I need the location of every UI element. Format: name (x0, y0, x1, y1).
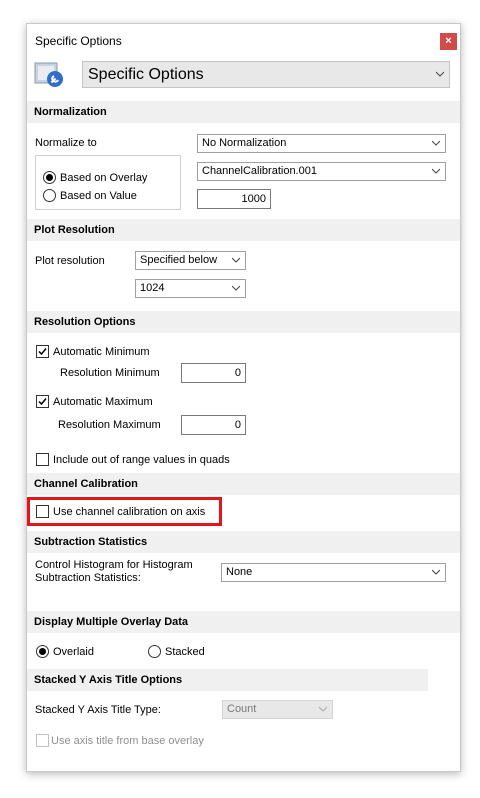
use-base-overlay-title-label: Use axis title from base overlay (51, 735, 204, 747)
normalize-to-value: No Normalization (202, 137, 287, 149)
normalize-to-select[interactable]: No Normalization (197, 134, 446, 153)
auto-maximum-checkbox[interactable] (36, 395, 49, 408)
overlay-select-value: ChannelCalibration.001 (202, 165, 317, 177)
subtraction-statistics-header: Subtraction Statistics (27, 531, 460, 553)
auto-minimum-label: Automatic Minimum (53, 346, 150, 358)
based-on-value-label: Based on Value (60, 190, 137, 202)
normalize-to-label: Normalize to (35, 137, 97, 149)
chevron-down-icon (432, 168, 440, 174)
stacked-radio[interactable] (148, 645, 161, 658)
resolution-minimum-input[interactable]: 0 (181, 363, 246, 383)
resolution-maximum-input[interactable]: 0 (181, 415, 246, 435)
checkmark-icon (38, 398, 47, 406)
based-on-overlay-label: Based on Overlay (60, 172, 148, 184)
options-category-select[interactable]: Specific Options (82, 61, 450, 88)
overlay-select[interactable]: ChannelCalibration.001 (197, 162, 446, 181)
based-on-value-radio[interactable] (43, 189, 56, 202)
display-overlay-header: Display Multiple Overlay Data (27, 611, 460, 633)
control-histogram-label-line1: Control Histogram for Histogram (35, 559, 193, 571)
resolution-minimum-label: Resolution Minimum (60, 367, 160, 379)
plot-resolution-mode-select[interactable]: Specified below (135, 251, 246, 270)
include-out-of-range-checkbox[interactable] (36, 453, 49, 466)
chevron-down-icon (232, 285, 240, 291)
resolution-options-header: Resolution Options (27, 311, 460, 333)
chevron-down-icon (432, 140, 440, 146)
control-histogram-label-line2: Subtraction Statistics: (35, 572, 141, 584)
plot-resolution-value: 1024 (140, 282, 165, 294)
stacked-y-axis-type-label: Stacked Y Axis Title Type: (35, 704, 161, 716)
close-button[interactable]: × (440, 33, 457, 50)
use-channel-calibration-checkbox[interactable] (36, 505, 49, 518)
stacked-y-axis-type-select[interactable]: Count (222, 700, 333, 719)
control-histogram-value: None (226, 566, 253, 578)
control-histogram-select[interactable]: None (221, 563, 446, 582)
overlaid-radio[interactable] (36, 645, 49, 658)
stacked-y-axis-header: Stacked Y Axis Title Options (27, 669, 428, 691)
auto-maximum-label: Automatic Maximum (53, 396, 153, 408)
options-category-value: Specific Options (88, 66, 204, 83)
plot-resolution-label: Plot resolution (35, 255, 105, 267)
specific-options-dialog: Specific Options × Specific Options Norm… (26, 23, 461, 772)
chevron-down-icon (432, 569, 440, 575)
window-title: Specific Options (35, 34, 122, 48)
use-channel-calibration-label: Use channel calibration on axis (53, 506, 206, 518)
include-out-of-range-label: Include out of range values in quads (53, 454, 230, 466)
normalization-value-input[interactable]: 1000 (197, 189, 271, 209)
overlaid-label: Overlaid (53, 646, 94, 658)
plot-resolution-value-select[interactable]: 1024 (135, 279, 246, 298)
stacked-y-axis-type-value: Count (227, 703, 257, 715)
chevron-down-icon (232, 257, 240, 263)
chevron-down-icon (436, 71, 444, 77)
use-base-overlay-title-checkbox[interactable] (36, 734, 49, 747)
chevron-down-icon (319, 706, 327, 712)
plot-resolution-mode-value: Specified below (140, 254, 218, 266)
stacked-label: Stacked (165, 646, 205, 658)
resolution-maximum-label: Resolution Maximum (58, 419, 161, 431)
options-icon (33, 60, 65, 90)
normalization-header: Normalization (27, 101, 460, 123)
plot-resolution-header: Plot Resolution (27, 219, 460, 241)
checkmark-icon (38, 348, 47, 356)
channel-calibration-header: Channel Calibration (27, 473, 460, 495)
auto-minimum-checkbox[interactable] (36, 345, 49, 358)
based-on-overlay-radio[interactable] (43, 171, 56, 184)
